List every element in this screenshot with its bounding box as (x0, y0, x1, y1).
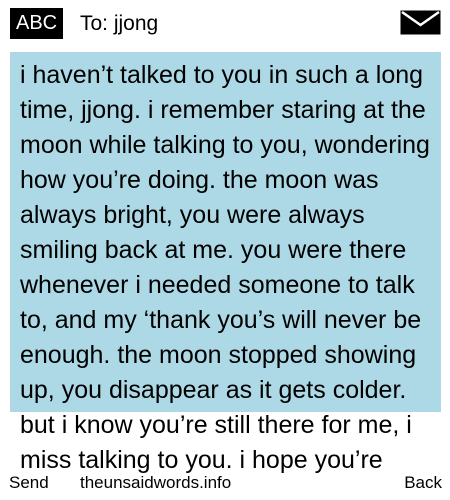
softkey-bar: Send theunsaidwords.info Back (0, 472, 450, 500)
compose-header: ABC To: jjong (0, 0, 450, 44)
recipient-field[interactable]: To: jjong (80, 8, 158, 39)
send-softkey[interactable]: Send (9, 472, 49, 494)
envelope-icon (400, 10, 441, 35)
input-mode-badge[interactable]: ABC (10, 8, 64, 39)
back-softkey[interactable]: Back (404, 472, 442, 494)
source-watermark: theunsaidwords.info (80, 473, 232, 492)
message-body-text[interactable]: i haven’t talked to you in such a long t… (20, 58, 438, 478)
